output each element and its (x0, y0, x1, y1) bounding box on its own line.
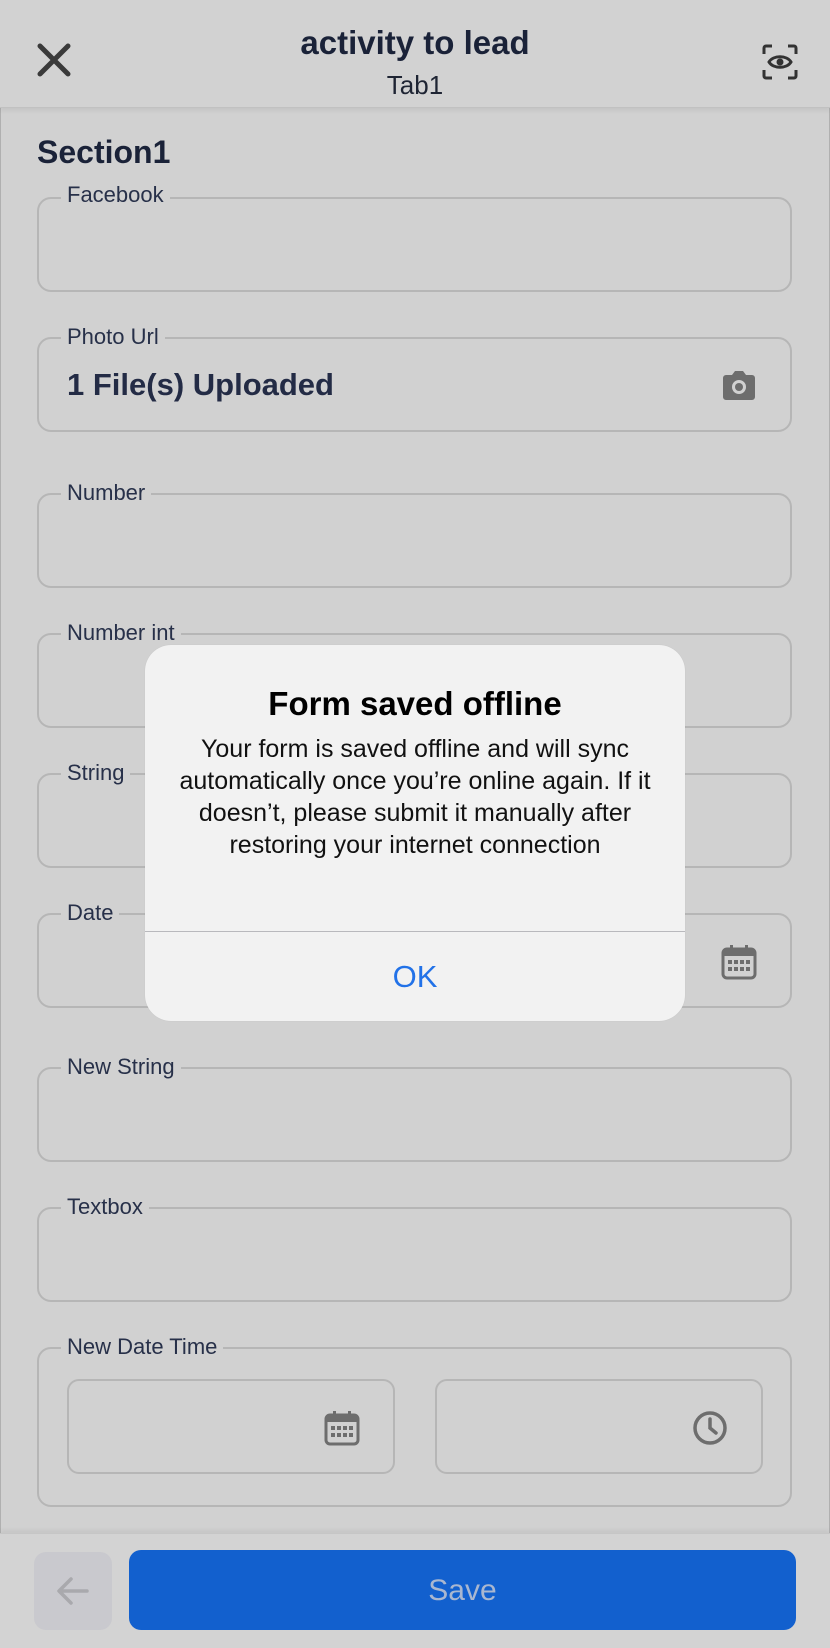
textbox-label: Textbox (61, 1192, 149, 1222)
date-label: Date (61, 898, 120, 928)
calendar-icon[interactable] (323, 1409, 361, 1447)
header-bar: activity to lead Tab1 (0, 0, 830, 108)
photo-url-field[interactable]: Photo Url 1 File(s) Uploaded (37, 322, 792, 432)
new-string-field[interactable]: New String (37, 1052, 792, 1162)
dialog-title: Form saved offline (268, 685, 562, 722)
time-picker-input[interactable] (435, 1379, 763, 1474)
number-label: Number (61, 478, 152, 508)
date-picker-input[interactable] (67, 1379, 395, 1474)
arrow-left-icon (57, 1577, 89, 1605)
number-int-label: Number int (61, 618, 181, 648)
back-button[interactable] (34, 1552, 112, 1630)
offline-saved-dialog: Form saved offline Your form is saved of… (145, 645, 685, 1021)
page-subtitle: Tab1 (386, 70, 444, 100)
preview-button[interactable] (762, 44, 798, 80)
photo-url-label: Photo Url (61, 322, 165, 352)
photo-url-value: 1 File(s) Uploaded (67, 367, 334, 402)
number-field[interactable]: Number (37, 478, 792, 588)
camera-icon[interactable] (720, 367, 758, 405)
bottom-action-bar: Save (0, 1533, 830, 1648)
new-date-time-field: New Date Time (37, 1332, 792, 1507)
save-button[interactable]: Save (129, 1550, 796, 1630)
facebook-label: Facebook (61, 180, 170, 210)
facebook-field[interactable]: Facebook (37, 180, 792, 292)
clock-icon[interactable] (691, 1409, 729, 1447)
ok-button[interactable]: OK (145, 932, 685, 1021)
eye-scan-icon (762, 44, 798, 80)
dialog-message: Your form is saved offline and will sync… (179, 735, 651, 859)
string-label: String (61, 758, 131, 788)
page-title: activity to lead (300, 24, 530, 61)
new-date-time-label: New Date Time (61, 1332, 224, 1362)
section-title: Section1 (37, 134, 171, 170)
textbox-field[interactable]: Textbox (37, 1192, 792, 1302)
calendar-icon[interactable] (720, 943, 758, 981)
new-string-label: New String (61, 1052, 181, 1082)
